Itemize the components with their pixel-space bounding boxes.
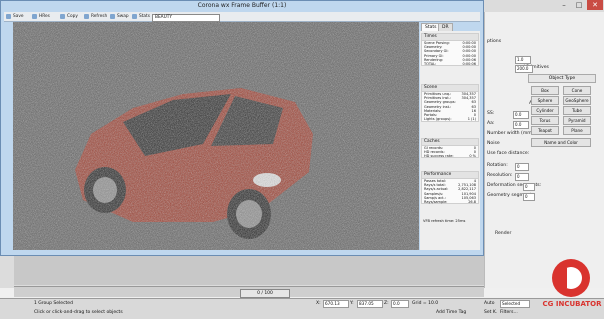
section-title: Times	[422, 34, 478, 41]
section-title: Scene	[422, 85, 478, 92]
pyramid-button[interactable]: Pyramid	[563, 116, 591, 125]
torus-button[interactable]: Torus	[531, 116, 559, 125]
window-controls: – □ ✕	[515, 0, 604, 10]
add-time-tag[interactable]: Add Time Tag	[436, 309, 466, 316]
spinner[interactable]: 0	[523, 193, 535, 201]
name-and-color-rollout[interactable]: Name and Color	[531, 138, 591, 147]
vfb-title: Corona wx Frame Buffer (1:1)	[197, 2, 287, 9]
time-slider[interactable]: 0 / 100	[240, 289, 290, 298]
grid-size: Grid = 10.0	[412, 301, 439, 306]
param-label: Resolution:	[487, 173, 513, 178]
plane-button[interactable]: Plane	[563, 126, 591, 135]
hres-button[interactable]: HRes	[32, 13, 50, 20]
section-title: Caches	[422, 139, 478, 146]
stat-row: TOTAL: 0:00:06	[424, 61, 476, 66]
set-key-button[interactable]: Set K.	[484, 309, 497, 316]
spinner[interactable]: 1.0	[515, 56, 531, 64]
box-button[interactable]: Box	[531, 86, 559, 95]
sphere-button[interactable]: Sphere	[531, 96, 559, 105]
render-label[interactable]: Render	[495, 230, 603, 237]
section-title: Performance	[422, 172, 478, 179]
auto-key-button[interactable]: Auto	[484, 300, 494, 307]
stats-button[interactable]: Stats	[132, 13, 150, 20]
geosphere-button[interactable]: GeoSphere	[563, 96, 591, 105]
watermark-text: CG INCUBATOR	[542, 300, 602, 308]
command-panel: nd Primitives AutoGrid ptions SS: Aa: Nu…	[484, 12, 604, 288]
vfb-refresh-time: VFB refresh time: 25ms	[423, 219, 466, 223]
prompt-hint: Click or click-and-drag to select object…	[34, 310, 123, 315]
status-bar: 1 Group Selected Click or click-and-drag…	[0, 298, 604, 319]
selection-status: 1 Group Selected	[34, 301, 73, 306]
minimize-button[interactable]: –	[557, 0, 571, 10]
x-coordinate-field[interactable]: 670.13	[323, 300, 349, 308]
pass-select[interactable]: BEAUTY	[152, 14, 220, 22]
selected-dropdown[interactable]: Selected	[500, 300, 530, 308]
refresh-button[interactable]: Refresh	[84, 13, 107, 20]
stat-row: HD success rate: 0 %	[424, 154, 476, 159]
param-label: Use face distance:	[487, 151, 530, 156]
param-label: Rotation:	[487, 163, 508, 168]
stats-panel: Times Scene Parsing: 0:00:00 Geometry: 0:0…	[420, 31, 480, 250]
stat-row: Rays/sample: 26.8	[424, 199, 476, 204]
times-section: Times Scene Parsing: 0:00:00 Geometry: 0:0…	[421, 33, 479, 66]
object-type-rollout[interactable]: Object Type	[528, 74, 596, 83]
scene-section: Scene Primitives unq.: 304,357 Primitives…	[421, 84, 479, 122]
save-button[interactable]: Save	[6, 13, 24, 20]
spinner[interactable]: 0	[523, 183, 535, 191]
x-label: X:	[316, 301, 321, 306]
render-canvas	[13, 22, 419, 250]
close-button[interactable]: ✕	[587, 0, 603, 10]
spinner[interactable]: 0	[515, 163, 529, 171]
z-label: Z:	[384, 301, 389, 306]
param-label: ptions	[487, 39, 502, 44]
param-label: Geometry segments:	[487, 193, 536, 198]
maximize-button[interactable]: □	[572, 0, 586, 10]
spinner[interactable]: 0.0	[513, 111, 529, 119]
z-coordinate-field[interactable]: 0.0	[391, 300, 409, 308]
cone-button[interactable]: Cone	[563, 86, 591, 95]
y-coordinate-field[interactable]: 837.05	[357, 300, 383, 308]
cylinder-button[interactable]: Cylinder	[531, 106, 559, 115]
caches-section: Caches GI records: 0 HD records: 0 HD succ…	[421, 138, 479, 158]
param-label: Deformation segments:	[487, 183, 542, 188]
vfb-toolbar: Save HRes Copy Refresh Swap Stats	[4, 12, 480, 22]
spinner[interactable]: 200.0	[515, 65, 533, 73]
y-label: Y:	[350, 301, 354, 306]
stat-row: Lights (groups): 1 (1)	[424, 117, 476, 122]
tube-button[interactable]: Tube	[563, 106, 591, 115]
swap-button[interactable]: Swap	[110, 13, 129, 20]
performance-section: Performance Passes total: 4 Rays/s total:…	[421, 171, 479, 204]
noisy-car-render	[13, 22, 419, 250]
spinner[interactable]: 0.0	[513, 121, 529, 129]
spinner[interactable]: 0	[515, 173, 529, 181]
tab-dr[interactable]: DR	[438, 23, 453, 31]
copy-button[interactable]: Copy	[60, 13, 78, 20]
key-filters-button[interactable]: Filters...	[500, 309, 518, 316]
teapot-button[interactable]: Teapot	[531, 126, 559, 135]
cg-incubator-logo-icon	[552, 259, 590, 297]
